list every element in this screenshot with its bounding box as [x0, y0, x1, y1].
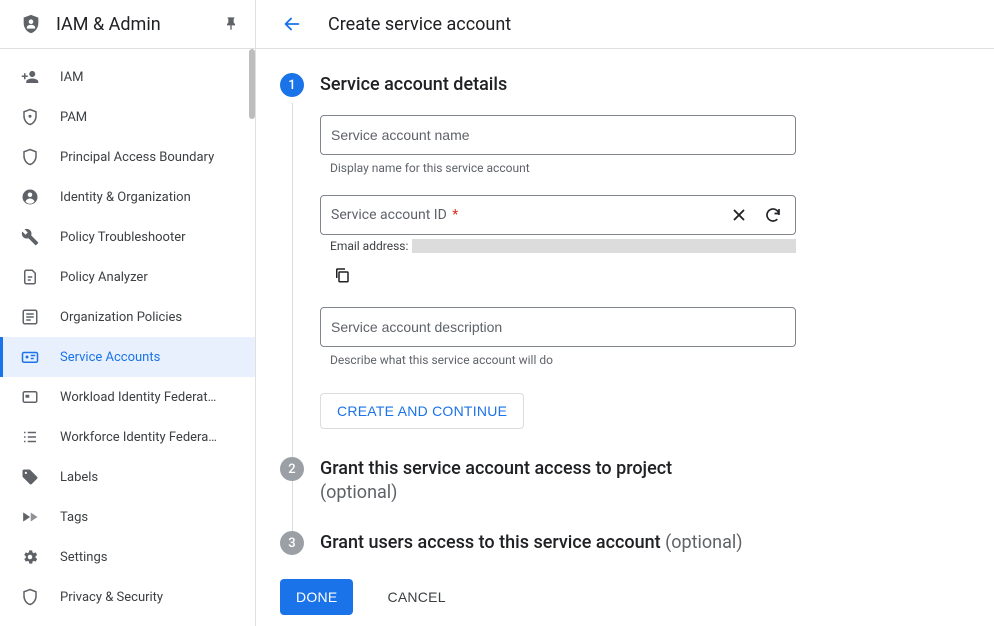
sidebar-header: IAM & Admin [0, 0, 255, 49]
sidebar-item-workforce-identity-federation[interactable]: Workforce Identity Federa… [0, 417, 255, 457]
sidebar-item-label: Privacy & Security [60, 590, 163, 605]
sidebar-item-settings[interactable]: Settings [0, 537, 255, 577]
step-1-circle: 1 [280, 73, 304, 97]
doc-search-icon [20, 267, 40, 287]
sidebar-item-label: Workload Identity Federat… [60, 390, 216, 405]
tag-icon [20, 467, 40, 487]
sidebar-title: IAM & Admin [56, 14, 205, 35]
service-account-description-input[interactable] [331, 319, 785, 335]
step-3-circle: 3 [280, 531, 304, 555]
shield-icon [20, 587, 40, 607]
tag-arrow-icon [20, 507, 40, 527]
sidebar-item-label: Identity & Organization [60, 190, 191, 205]
clear-icon[interactable] [727, 203, 751, 227]
sidebar-item-identity-organization[interactable]: Identity & Organization [0, 177, 255, 217]
stepper-connector [292, 103, 293, 555]
create-and-continue-button[interactable]: Create and Continue [320, 393, 524, 429]
back-button[interactable] [280, 12, 304, 36]
sidebar-item-label: Principal Access Boundary [60, 150, 214, 165]
step-3[interactable]: 3 Grant users access to this service acc… [320, 531, 970, 555]
cancel-button[interactable]: Cancel [371, 579, 461, 615]
sidebar-item-label: Tags [60, 510, 88, 525]
service-account-description-field: Describe what this service account will … [320, 307, 796, 367]
service-account-name-input[interactable] [331, 127, 785, 143]
sidebar-item-principal-access-boundary[interactable]: Principal Access Boundary [0, 137, 255, 177]
step-3-heading: Grant users access to this service accou… [320, 531, 970, 555]
sidebar-item-label: Settings [60, 550, 107, 565]
footer-actions: Done Cancel [280, 573, 970, 626]
page-title: Create service account [328, 14, 511, 35]
sidebar-item-labels[interactable]: Labels [0, 457, 255, 497]
sidebar-item-privacy-security[interactable]: Privacy & Security [0, 577, 255, 617]
sidebar-item-service-accounts[interactable]: Service Accounts [0, 337, 255, 377]
sidebar-item-workload-identity-federation[interactable]: Workload Identity Federat… [0, 377, 255, 417]
email-address-label: Email address: [330, 239, 408, 253]
sidebar-item-label: PAM [60, 110, 87, 125]
copy-icon[interactable] [330, 263, 354, 287]
sidebar-item-label: Service Accounts [60, 350, 160, 365]
main-header: Create service account [256, 0, 994, 49]
wrench-icon [20, 227, 40, 247]
service-account-id-placeholder: Service account ID * [331, 207, 727, 223]
step-1-heading: Service account details [320, 73, 970, 97]
service-account-description-input-wrap[interactable] [320, 307, 796, 347]
service-account-name-hint: Display name for this service account [320, 161, 796, 175]
gear-icon [20, 547, 40, 567]
sidebar-item-label: Workforce Identity Federa… [60, 430, 217, 445]
shield-dot-icon [20, 107, 40, 127]
sidebar: IAM & Admin IAM PAM Principal Access Bou… [0, 0, 256, 626]
step-1: 1 Service account details Display name f… [320, 73, 970, 429]
sidebar-item-label: Labels [60, 470, 98, 485]
shield-outline-icon [20, 147, 40, 167]
done-button[interactable]: Done [280, 579, 353, 615]
email-address-row: Email address: [320, 239, 796, 253]
iam-admin-icon [20, 13, 42, 35]
service-account-id-input-wrap[interactable]: Service account ID * [320, 195, 796, 235]
list-box-icon [20, 307, 40, 327]
pin-icon[interactable] [219, 12, 243, 36]
service-account-id-field: Service account ID * Email address: [320, 195, 796, 287]
sidebar-item-policy-troubleshooter[interactable]: Policy Troubleshooter [0, 217, 255, 257]
service-account-description-hint: Describe what this service account will … [320, 353, 796, 367]
card-icon [20, 387, 40, 407]
stepper: 1 Service account details Display name f… [280, 73, 970, 555]
email-address-value [412, 239, 796, 253]
sidebar-scrollbar[interactable] [249, 49, 255, 119]
person-add-icon [20, 67, 40, 87]
step-2-circle: 2 [280, 457, 304, 481]
step-2-heading: Grant this service account access to pro… [320, 457, 970, 505]
service-account-name-input-wrap[interactable] [320, 115, 796, 155]
sidebar-item-tags[interactable]: Tags [0, 497, 255, 537]
refresh-icon[interactable] [761, 203, 785, 227]
sidebar-nav: IAM PAM Principal Access Boundary Identi… [0, 49, 255, 626]
sidebar-item-pam[interactable]: PAM [0, 97, 255, 137]
sidebar-item-organization-policies[interactable]: Organization Policies [0, 297, 255, 337]
main-body: 1 Service account details Display name f… [256, 49, 994, 626]
sidebar-item-policy-analyzer[interactable]: Policy Analyzer [0, 257, 255, 297]
list-icon [20, 427, 40, 447]
sidebar-item-label: Policy Troubleshooter [60, 230, 186, 245]
service-account-name-field: Display name for this service account [320, 115, 796, 175]
main-panel: Create service account 1 Service account… [256, 0, 994, 626]
sidebar-item-label: Organization Policies [60, 310, 182, 325]
person-circle-icon [20, 187, 40, 207]
sidebar-item-label: IAM [60, 70, 83, 85]
sidebar-item-iam[interactable]: IAM [0, 57, 255, 97]
badge-icon [20, 347, 40, 367]
step-1-content: Display name for this service account Se… [320, 97, 970, 429]
step-2[interactable]: 2 Grant this service account access to p… [320, 457, 970, 505]
sidebar-item-label: Policy Analyzer [60, 270, 148, 285]
